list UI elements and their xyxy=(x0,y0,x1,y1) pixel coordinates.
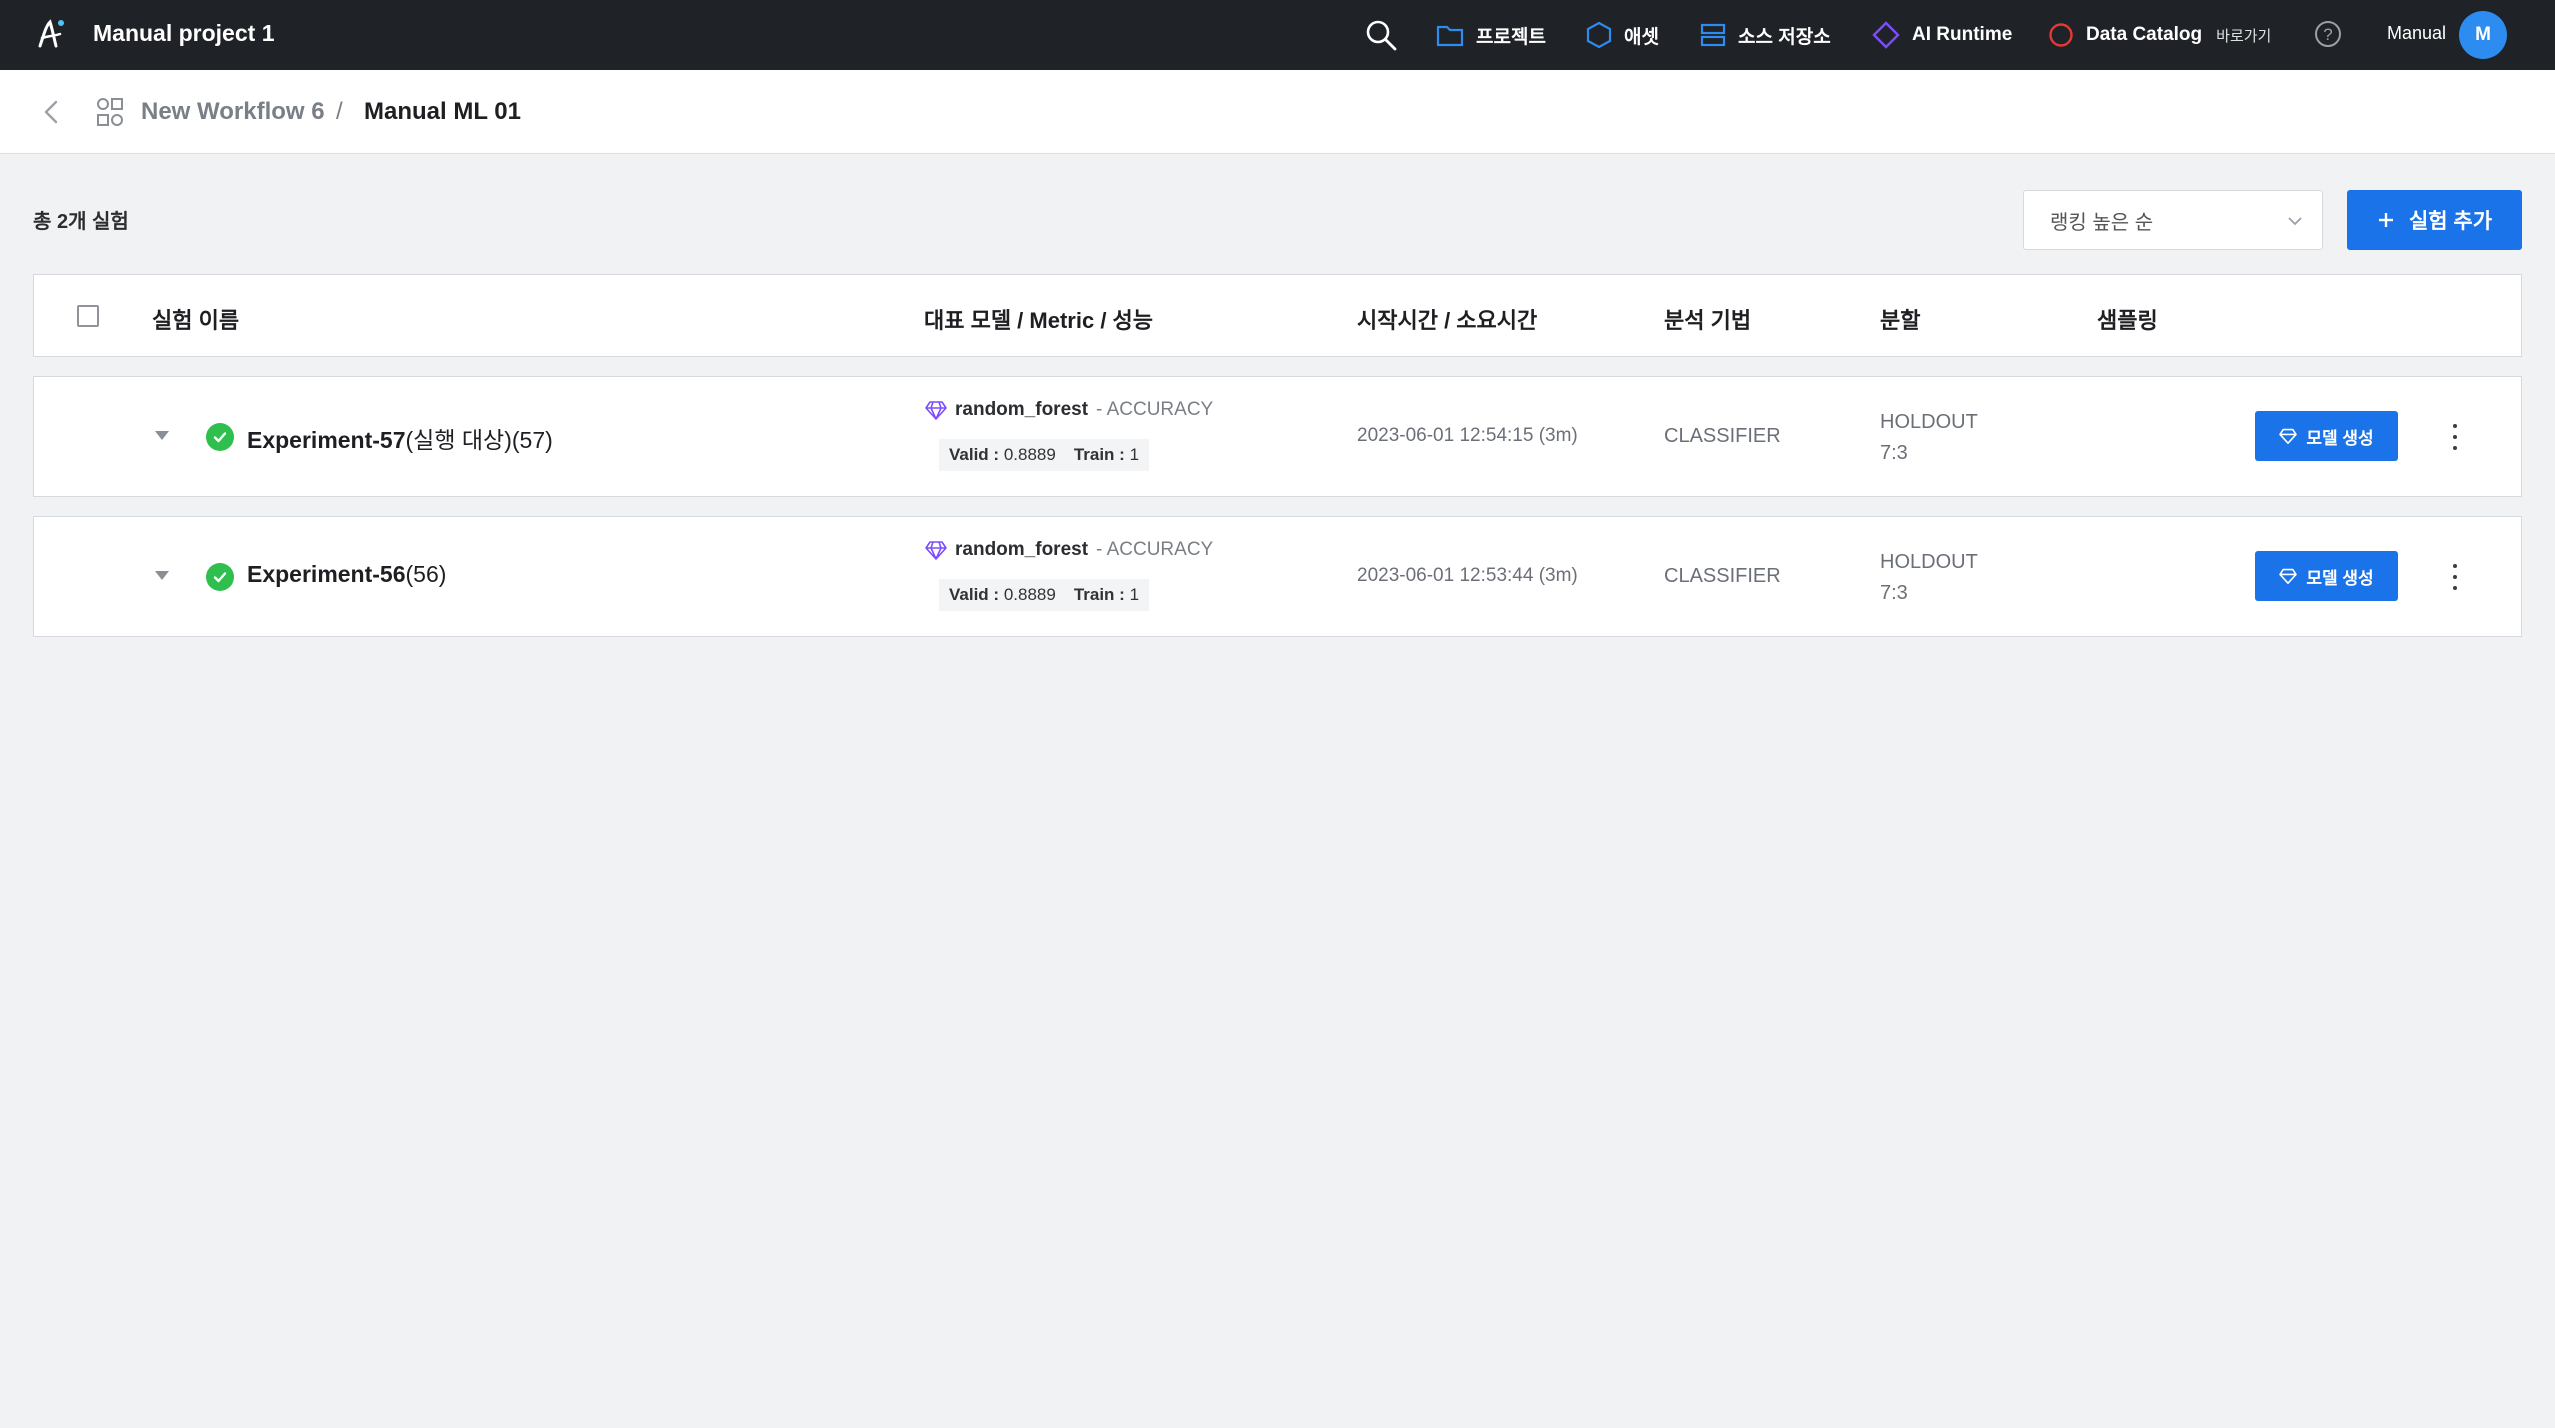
expand-caret-icon[interactable] xyxy=(155,571,169,580)
train-value: 1 xyxy=(1129,585,1140,604)
nav-ai-runtime-label: AI Runtime xyxy=(1912,24,2013,45)
gem-icon xyxy=(925,541,947,560)
breadcrumb-workflow-link[interactable]: New Workflow 6 xyxy=(141,98,325,126)
nav-source-repo[interactable]: 소스 저장소 xyxy=(1700,18,1831,52)
table-header: 실험 이름 대표 모델 / Metric / 성능 시작시간 / 소요시간 분석… xyxy=(33,274,2522,357)
header-method: 분석 기법 xyxy=(1664,308,1752,333)
train-label: Train : xyxy=(1073,445,1125,464)
nav-projects-label: 프로젝트 xyxy=(1476,26,1546,48)
gem-icon xyxy=(925,401,947,420)
gem-icon xyxy=(2279,428,2298,444)
sort-dropdown-value: 랭킹 높은 순 xyxy=(2050,211,2154,234)
create-model-label: 모델 생성 xyxy=(2306,428,2374,448)
model-name: random_forest xyxy=(955,539,1089,560)
train-value: 1 xyxy=(1129,445,1140,464)
nav-source-repo-label: 소스 저장소 xyxy=(1738,26,1831,48)
avatar[interactable]: M xyxy=(2459,11,2507,59)
valid-value: 0.8889 xyxy=(1003,585,1056,604)
create-model-button[interactable]: 모델 생성 xyxy=(2255,411,2398,461)
train-label: Train : xyxy=(1073,585,1125,604)
start-time: 2023-06-01 12:53:44 (3m) xyxy=(1357,565,1578,586)
sort-dropdown[interactable]: 랭킹 높은 순 xyxy=(2023,190,2323,250)
experiment-name-suffix: (56) xyxy=(405,561,447,587)
analysis-method: CLASSIFIER xyxy=(1664,565,1781,587)
model-name: random_forest xyxy=(955,399,1089,420)
valid-label: Valid : xyxy=(949,585,1000,604)
nav-data-catalog-label: Data Catalog xyxy=(2086,24,2203,45)
nav-assets[interactable]: 애셋 xyxy=(1586,18,1659,52)
split-ratio: 7:3 xyxy=(1880,582,1908,604)
performance-badge: Valid : 0.8889 Train : 1 xyxy=(939,439,1150,471)
search-icon[interactable] xyxy=(1364,18,1398,52)
header-time: 시작시간 / 소요시간 xyxy=(1357,308,1538,333)
svg-text:?: ? xyxy=(2323,25,2332,44)
experiment-name-main: Experiment-56 xyxy=(247,561,406,587)
breadcrumb-separator: / xyxy=(336,98,343,125)
split: HOLDOUT 7:3 xyxy=(1880,407,1978,469)
representative-model: random_forest - ACCURACY xyxy=(925,539,1213,561)
create-model-button[interactable]: 모델 생성 xyxy=(2255,551,2398,601)
split: HOLDOUT 7:3 xyxy=(1880,547,1978,609)
workflow-icon xyxy=(97,98,123,126)
gem-icon xyxy=(2279,568,2298,584)
diamond-icon xyxy=(1872,21,1900,49)
experiment-count: 총 2개 실험 xyxy=(33,211,129,233)
circle-icon xyxy=(2049,23,2073,47)
help-icon[interactable]: ? xyxy=(2313,19,2343,49)
page-title: Manual ML 01 xyxy=(364,98,521,125)
app-logo-icon[interactable] xyxy=(32,16,68,52)
nav-assets-label: 애셋 xyxy=(1624,26,1659,48)
header-model: 대표 모델 / Metric / 성능 xyxy=(924,308,1154,333)
analysis-method: CLASSIFIER xyxy=(1664,425,1781,447)
header-split: 분할 xyxy=(1880,308,1921,333)
breadcrumb: New Workflow 6 / Manual ML 01 xyxy=(0,70,2555,154)
chevron-down-icon xyxy=(2288,217,2302,226)
representative-model: random_forest - ACCURACY xyxy=(925,399,1213,421)
experiment-name[interactable]: Experiment-56(56) xyxy=(247,561,446,588)
more-options-icon[interactable] xyxy=(2445,421,2465,453)
expand-caret-icon[interactable] xyxy=(155,431,169,440)
nav-data-catalog[interactable]: Data Catalog 바로가기 xyxy=(2048,18,2271,52)
nav-projects[interactable]: 프로젝트 xyxy=(1436,18,1546,52)
header-name: 실험 이름 xyxy=(152,308,240,333)
experiment-name-main: Experiment-57 xyxy=(247,427,406,453)
start-time: 2023-06-01 12:54:15 (3m) xyxy=(1357,425,1578,446)
table-row[interactable]: Experiment-56(56) random_forest - ACCURA… xyxy=(33,516,2522,637)
add-experiment-label: 실험 추가 xyxy=(2408,210,2493,233)
more-options-icon[interactable] xyxy=(2445,561,2465,593)
split-type: HOLDOUT xyxy=(1880,551,1978,573)
valid-value: 0.8889 xyxy=(1003,445,1056,464)
header-sampling: 샘플링 xyxy=(2097,308,2158,333)
success-check-icon xyxy=(206,423,234,451)
user-name: Manual xyxy=(2387,23,2447,43)
back-chevron-icon[interactable] xyxy=(38,96,66,128)
split-ratio: 7:3 xyxy=(1880,442,1908,464)
valid-label: Valid : xyxy=(949,445,1000,464)
hexagon-icon xyxy=(1586,21,1612,49)
metric-name: - ACCURACY xyxy=(1096,399,1214,420)
project-title[interactable]: Manual project 1 xyxy=(93,20,274,47)
folder-icon xyxy=(1436,25,1464,47)
plus-icon xyxy=(2378,213,2393,227)
create-model-label: 모델 생성 xyxy=(2306,568,2374,588)
performance-badge: Valid : 0.8889 Train : 1 xyxy=(939,579,1150,611)
table-row[interactable]: Experiment-57(실행 대상)(57) random_forest -… xyxy=(33,376,2522,497)
metric-name: - ACCURACY xyxy=(1096,539,1214,560)
nav-data-catalog-sub: 바로가기 xyxy=(2216,27,2272,45)
top-navigation-bar: Manual project 1 프로젝트 애셋 소스 저장소 AI Runti… xyxy=(0,0,2555,70)
experiment-name[interactable]: Experiment-57(실행 대상)(57) xyxy=(247,421,553,455)
add-experiment-button[interactable]: 실험 추가 xyxy=(2347,190,2522,250)
storage-icon xyxy=(1700,23,1726,47)
select-all-checkbox[interactable] xyxy=(77,305,99,327)
success-check-icon xyxy=(206,563,234,591)
nav-ai-runtime[interactable]: AI Runtime xyxy=(1872,18,2012,52)
split-type: HOLDOUT xyxy=(1880,411,1978,433)
experiment-name-suffix: (실행 대상)(57) xyxy=(405,427,553,453)
